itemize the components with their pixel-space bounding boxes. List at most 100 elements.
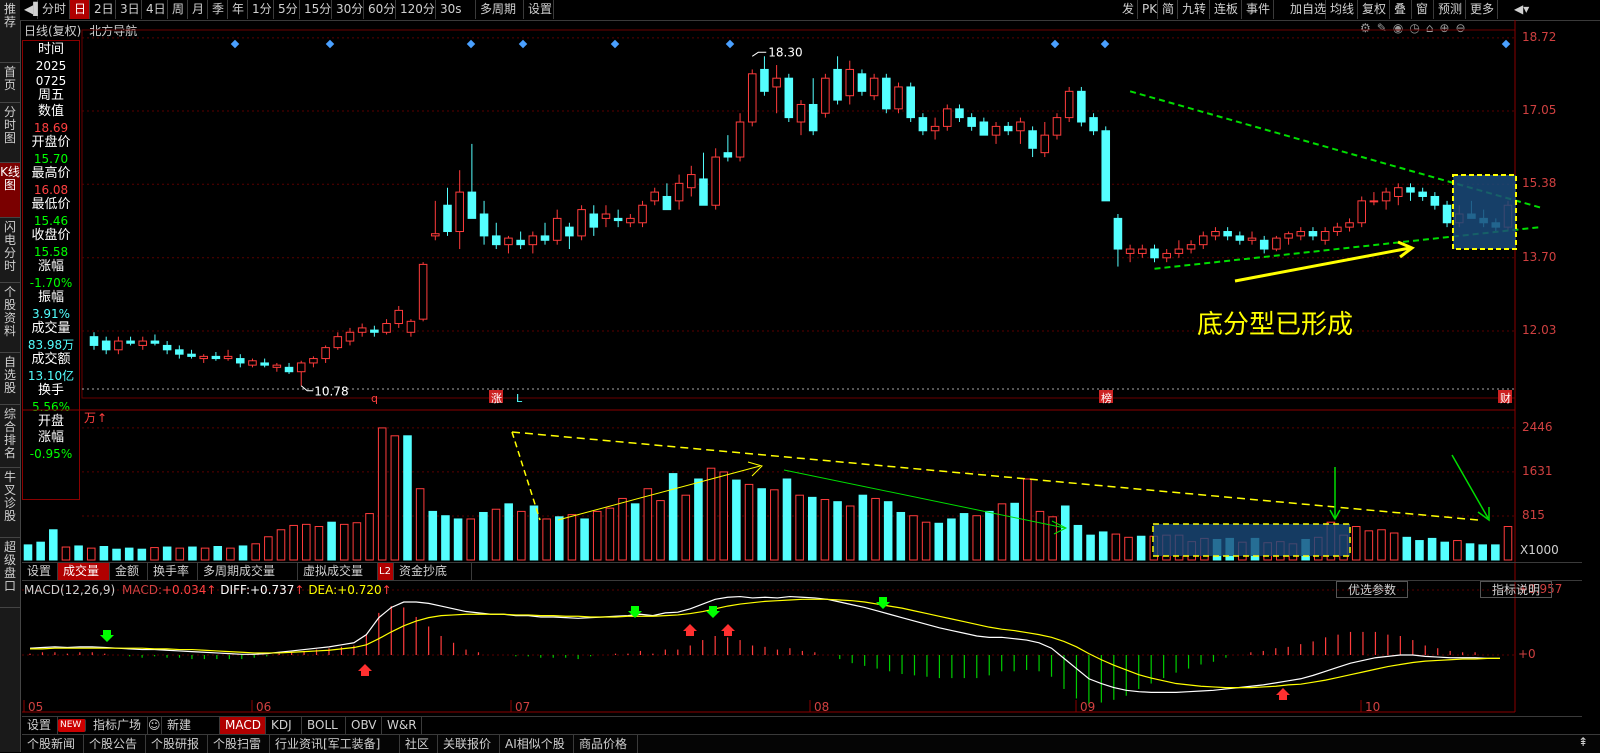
volume-tab-6[interactable]: 资金抄底 <box>394 563 472 580</box>
volume-tab-4[interactable]: 多周期成交量 <box>198 563 298 580</box>
volume-bar <box>1478 544 1487 561</box>
candle-body <box>1077 90 1086 123</box>
pattern-text: 底分型已形成 <box>1197 310 1354 340</box>
x-label-2: 07 <box>515 700 531 714</box>
candle-body <box>114 340 123 351</box>
candle-body <box>882 77 891 110</box>
bottom-tab-5[interactable]: 社区 <box>400 735 438 753</box>
volume-bar <box>175 547 185 561</box>
volume-bar <box>567 514 577 561</box>
expand-up-icon[interactable]: ⇞ <box>1578 735 1588 749</box>
candle-body <box>991 125 1001 136</box>
bottom-tab-4[interactable]: 行业资讯[军工装备] <box>270 735 400 753</box>
volume-bar <box>833 501 842 561</box>
candle-body <box>735 121 745 158</box>
candle-body <box>1150 248 1159 259</box>
volume-bar <box>1086 534 1095 561</box>
bottom-tab-8[interactable]: 商品价格 <box>574 735 638 753</box>
candle-body <box>638 204 647 224</box>
bottom-tab-3[interactable]: 个股扫雷 <box>208 735 270 753</box>
candle-body <box>601 213 611 219</box>
volume-tab-3[interactable]: 换手率 <box>148 563 198 580</box>
volume-bar <box>415 488 425 561</box>
volume-bar <box>580 518 589 561</box>
volume-bar <box>1503 526 1513 561</box>
candle-body <box>516 239 525 246</box>
candle-body <box>504 237 513 246</box>
indicator-tab-3[interactable]: MACD <box>220 717 266 734</box>
volume-bar <box>921 521 931 561</box>
candle-body <box>345 331 355 342</box>
bottom-tab-0[interactable]: 个股新闻 <box>22 735 84 753</box>
indicator-desc-button[interactable]: 指标说明 <box>1480 581 1552 598</box>
params-button[interactable]: 优选参数 <box>1336 581 1408 598</box>
candle-body <box>1394 187 1403 197</box>
volume-bar <box>997 503 1007 561</box>
candle-body <box>162 344 172 351</box>
candle-body <box>309 358 318 364</box>
candle-body <box>711 156 720 206</box>
volume-bar <box>441 515 450 561</box>
candle-body <box>223 355 233 360</box>
volume-bar <box>162 546 172 561</box>
volume-tab-2[interactable]: 金额 <box>110 563 148 580</box>
volume-bar <box>504 503 513 561</box>
kline-chart[interactable]: 18.3010.78 q 涨 L 榜财万 ↑ <box>0 0 1600 752</box>
indicator-tab-4[interactable]: KDJ <box>266 717 302 734</box>
green-down-arrow-icon <box>100 630 114 642</box>
candle-body <box>942 108 952 127</box>
candle-body <box>1333 226 1342 233</box>
candle-body <box>1064 90 1074 119</box>
bottom-tab-1[interactable]: 个股公告 <box>84 735 146 753</box>
volume-tick-1: 1631 <box>1522 463 1553 478</box>
candle-body <box>211 355 221 360</box>
volume-tab-1[interactable]: 成交量 <box>58 563 110 580</box>
volume-bar <box>934 522 944 561</box>
volume-bar <box>491 508 501 561</box>
candle-body <box>1113 217 1123 250</box>
volume-bar <box>124 547 134 561</box>
up-arrow-icon: ↑ <box>381 583 392 597</box>
candle-body <box>857 73 867 92</box>
indicator-tab-0[interactable]: 设置 <box>22 717 58 734</box>
candle-body <box>589 213 599 228</box>
volume-tab-0[interactable]: 设置 <box>22 563 58 580</box>
candle-body <box>175 349 184 355</box>
volume-bar <box>365 513 374 561</box>
volume-bar <box>226 547 235 561</box>
candle-body <box>1369 200 1379 203</box>
candle-body <box>796 103 806 123</box>
diff-line <box>29 595 1500 693</box>
candle-body <box>1028 130 1037 149</box>
volume-bar <box>213 546 223 561</box>
volume-bar <box>238 545 248 561</box>
indicator-tab-5[interactable]: BOLL <box>302 717 346 734</box>
diff-value: +0.737 <box>250 583 295 597</box>
volume-bar <box>643 488 653 561</box>
volume-tabs: 设置 成交量 金额 换手率 多周期成交量 虚拟成交量 L2 资金抄底 <box>22 562 1582 581</box>
dea-value: +0.720 <box>337 583 382 597</box>
volume-bar <box>542 518 551 561</box>
candle-body <box>272 364 282 368</box>
volume-diag-arrow <box>1451 454 1489 519</box>
macd-tick-1: +0 <box>1518 647 1536 661</box>
volume-tick-0: 2446 <box>1522 419 1553 434</box>
candle-body <box>1284 233 1293 239</box>
indicator-tab-7[interactable]: W&R <box>382 717 422 734</box>
volume-bar <box>137 548 147 561</box>
candle-body <box>1442 204 1452 224</box>
bottom-tab-2[interactable]: 个股研报 <box>146 735 208 753</box>
volume-bar <box>1465 543 1475 561</box>
candle-body <box>1186 244 1196 250</box>
volume-bar <box>264 536 273 561</box>
indicator-tab-1[interactable]: 指标广场 <box>88 717 148 734</box>
bottom-tab-7[interactable]: AI相似个股 <box>500 735 574 753</box>
candle-body <box>1211 231 1220 237</box>
candle-body <box>674 182 684 202</box>
indicator-tab-6[interactable]: OBV <box>346 717 382 734</box>
indicator-tab-2[interactable]: 新建 <box>162 717 220 734</box>
bottom-tab-6[interactable]: 关联报价 <box>438 735 500 753</box>
volume-bar <box>719 471 729 561</box>
volume-tab-5[interactable]: 虚拟成交量 <box>298 563 378 580</box>
volume-bar <box>744 483 754 561</box>
